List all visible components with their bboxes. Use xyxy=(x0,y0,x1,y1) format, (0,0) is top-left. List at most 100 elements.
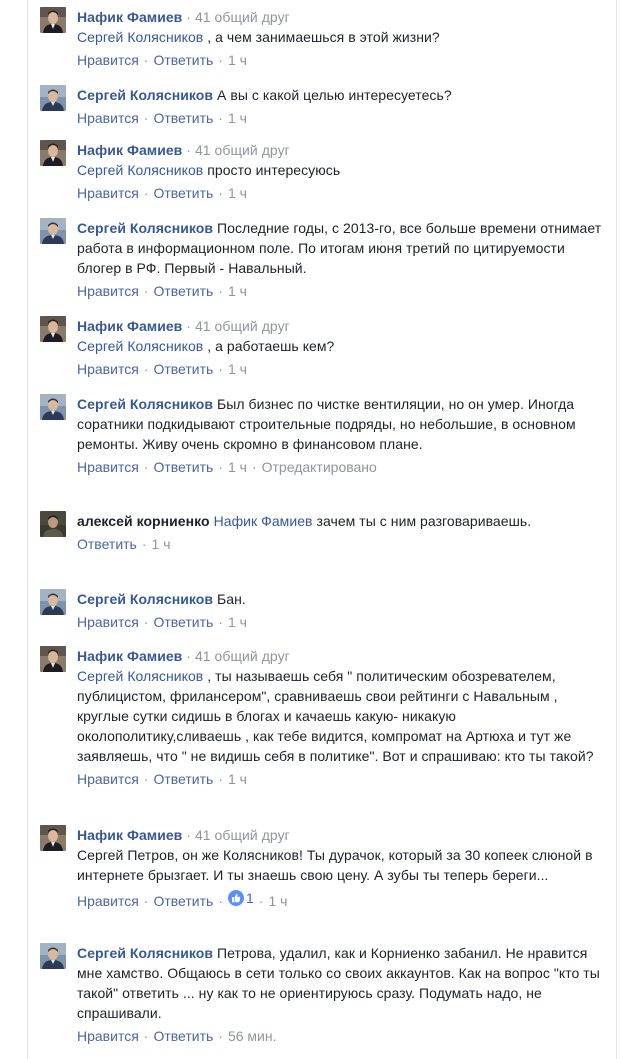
comment: Нафик Фамиев · 41 общий друг Сергей Коля… xyxy=(40,646,612,789)
comment-author[interactable]: алексей корниенко xyxy=(77,513,210,529)
mention-link[interactable]: Сергей Колясников xyxy=(77,162,203,178)
like-link[interactable]: Нравится xyxy=(77,893,139,909)
avatar[interactable] xyxy=(40,316,66,342)
separator: · xyxy=(143,283,149,299)
mention-link[interactable]: Сергей Колясников xyxy=(77,338,203,354)
avatar[interactable] xyxy=(40,85,66,111)
separator: · xyxy=(143,1028,149,1044)
timestamp[interactable]: 1 ч xyxy=(268,893,287,909)
avatar[interactable] xyxy=(40,943,66,969)
mutual-friends[interactable]: 41 общий друг xyxy=(195,9,290,25)
avatar[interactable] xyxy=(40,140,66,166)
mutual-friends[interactable]: 41 общий друг xyxy=(195,648,290,664)
mutual-friends[interactable]: 41 общий друг xyxy=(195,827,290,843)
reply-link[interactable]: Ответить xyxy=(153,110,213,126)
reply-link[interactable]: Ответить xyxy=(77,536,137,552)
separator: · xyxy=(218,1028,223,1044)
separator: · xyxy=(218,361,223,377)
mention-link[interactable]: Сергей Колясников xyxy=(77,29,203,45)
reply-link[interactable]: Ответить xyxy=(153,771,213,787)
timestamp[interactable]: 1 ч xyxy=(228,110,247,126)
reply-link[interactable]: Ответить xyxy=(153,614,213,630)
separator: · xyxy=(218,459,223,475)
reply-link[interactable]: Ответить xyxy=(153,185,213,201)
comment-author[interactable]: Сергей Колясников xyxy=(77,220,213,236)
like-link[interactable]: Нравится xyxy=(77,52,139,68)
reply-link[interactable]: Ответить xyxy=(153,893,213,909)
comment: алексей корниенко Нафик Фамиев зачем ты … xyxy=(40,511,612,554)
separator: · xyxy=(143,110,149,126)
separator: · xyxy=(218,283,223,299)
mutual-friends[interactable]: 41 общий друг xyxy=(195,318,290,334)
edited-label[interactable]: Отредактировано xyxy=(262,459,377,475)
separator: · xyxy=(218,185,223,201)
separator: · xyxy=(143,361,149,377)
like-link[interactable]: Нравится xyxy=(77,459,139,475)
like-link[interactable]: Нравится xyxy=(77,1028,139,1044)
comment-author[interactable]: Нафик Фамиев xyxy=(77,9,182,25)
separator: · xyxy=(251,459,257,475)
reply-link[interactable]: Ответить xyxy=(153,1028,213,1044)
comment: Сергей Колясников А вы с какой целью инт… xyxy=(40,85,612,128)
panel-right-border xyxy=(616,0,617,1059)
timestamp[interactable]: 1 ч xyxy=(152,536,171,552)
separator: · xyxy=(218,614,223,630)
timestamp[interactable]: 56 мин. xyxy=(228,1028,277,1044)
mutual-separator: · xyxy=(182,142,195,158)
avatar[interactable] xyxy=(40,7,66,33)
timestamp[interactable]: 1 ч xyxy=(228,614,247,630)
mention-link[interactable]: Нафик Фамиев xyxy=(214,513,313,529)
avatar[interactable] xyxy=(40,218,66,244)
avatar[interactable] xyxy=(40,589,66,615)
comment: Сергей Колясников Последние годы, с 2013… xyxy=(40,218,612,301)
avatar[interactable] xyxy=(40,646,66,672)
reaction-count[interactable]: 1 xyxy=(228,888,254,908)
comment-author[interactable]: Нафик Фамиев xyxy=(77,318,182,334)
like-count-value: 1 xyxy=(245,890,254,906)
avatar[interactable] xyxy=(40,394,66,420)
comment-author[interactable]: Нафик Фамиев xyxy=(77,648,182,664)
separator: · xyxy=(218,893,223,909)
like-link[interactable]: Нравится xyxy=(77,771,139,787)
thread-indent-rule xyxy=(27,0,28,1059)
comment: Нафик Фамиев · 41 общий друг Сергей Коля… xyxy=(40,316,612,379)
comment-author[interactable]: Сергей Колясников xyxy=(77,87,213,103)
comment: Сергей Колясников Петрова, удалил, как и… xyxy=(40,943,612,1046)
comment-text: зачем ты с ним разговариваешь. xyxy=(316,513,532,529)
like-link[interactable]: Нравится xyxy=(77,361,139,377)
comment-author[interactable]: Нафик Фамиев xyxy=(77,142,182,158)
separator: · xyxy=(218,110,223,126)
separator: · xyxy=(258,893,264,909)
like-link[interactable]: Нравится xyxy=(77,614,139,630)
timestamp[interactable]: 1 ч xyxy=(228,283,247,299)
mutual-separator: · xyxy=(182,648,195,664)
separator: · xyxy=(143,52,149,68)
comment-author[interactable]: Сергей Колясников xyxy=(77,945,213,961)
reply-link[interactable]: Ответить xyxy=(153,283,213,299)
timestamp[interactable]: 1 ч xyxy=(228,185,247,201)
avatar[interactable] xyxy=(40,825,66,851)
mutual-separator: · xyxy=(182,827,195,843)
separator: · xyxy=(143,614,149,630)
comment-author[interactable]: Нафик Фамиев xyxy=(77,827,182,843)
like-link[interactable]: Нравится xyxy=(77,283,139,299)
comment-author[interactable]: Сергей Колясников xyxy=(77,396,213,412)
mutual-friends[interactable]: 41 общий друг xyxy=(195,142,290,158)
timestamp[interactable]: 1 ч xyxy=(228,771,247,787)
reply-link[interactable]: Ответить xyxy=(153,459,213,475)
comment-author[interactable]: Сергей Колясников xyxy=(77,591,213,607)
reply-link[interactable]: Ответить xyxy=(153,52,213,68)
mention-link[interactable]: Сергей Колясников xyxy=(77,668,203,684)
like-link[interactable]: Нравится xyxy=(77,110,139,126)
comment-text: А вы с какой целью интересуетесь? xyxy=(217,87,452,103)
timestamp[interactable]: 1 ч xyxy=(228,52,247,68)
timestamp[interactable]: 1 ч xyxy=(228,459,247,475)
avatar[interactable] xyxy=(40,511,66,537)
timestamp[interactable]: 1 ч xyxy=(228,361,247,377)
comment-text: , а чем занимаешься в этой жизни? xyxy=(207,29,440,45)
separator: · xyxy=(143,459,149,475)
reply-link[interactable]: Ответить xyxy=(153,361,213,377)
like-link[interactable]: Нравится xyxy=(77,185,139,201)
separator: · xyxy=(141,536,147,552)
comment: Сергей Колясников Был бизнес по чистке в… xyxy=(40,394,612,477)
